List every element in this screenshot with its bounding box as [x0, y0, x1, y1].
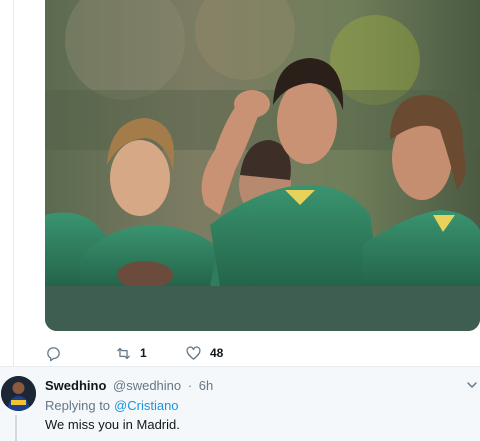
reply-icon — [47, 346, 60, 361]
replying-mention[interactable]: @Cristiano — [114, 398, 179, 413]
display-name[interactable]: Swedhino — [45, 378, 106, 393]
reply-button[interactable] — [45, 343, 70, 363]
thread-rule — [13, 0, 14, 366]
replying-to: Replying to @Cristiano — [45, 398, 179, 413]
retweet-icon — [117, 347, 130, 359]
thread-line — [15, 415, 17, 441]
retweet-count: 1 — [140, 346, 147, 360]
timestamp[interactable]: 6h — [199, 378, 213, 393]
avatar[interactable] — [1, 376, 36, 411]
like-button[interactable]: 48 — [185, 343, 223, 363]
separator: · — [187, 378, 193, 393]
media-footer — [45, 286, 480, 331]
chevron-down-icon[interactable] — [466, 379, 478, 391]
avatar-image — [1, 376, 36, 411]
reply-author: Swedhino @swedhino · 6h — [45, 378, 213, 393]
tweet-photo[interactable] — [45, 0, 480, 286]
replying-prefix: Replying to — [45, 398, 111, 413]
reply-text: We miss you in Madrid. — [45, 417, 180, 432]
like-icon — [186, 345, 201, 360]
handle[interactable]: @swedhino — [113, 378, 181, 393]
tweet: 1 48 — [0, 0, 480, 366]
retweet-button[interactable]: 1 — [115, 343, 147, 363]
tweet-media-card[interactable] — [45, 0, 480, 331]
reply-tweet[interactable]: Swedhino @swedhino · 6h Replying to @Cris… — [0, 367, 480, 441]
like-count: 48 — [210, 346, 224, 360]
